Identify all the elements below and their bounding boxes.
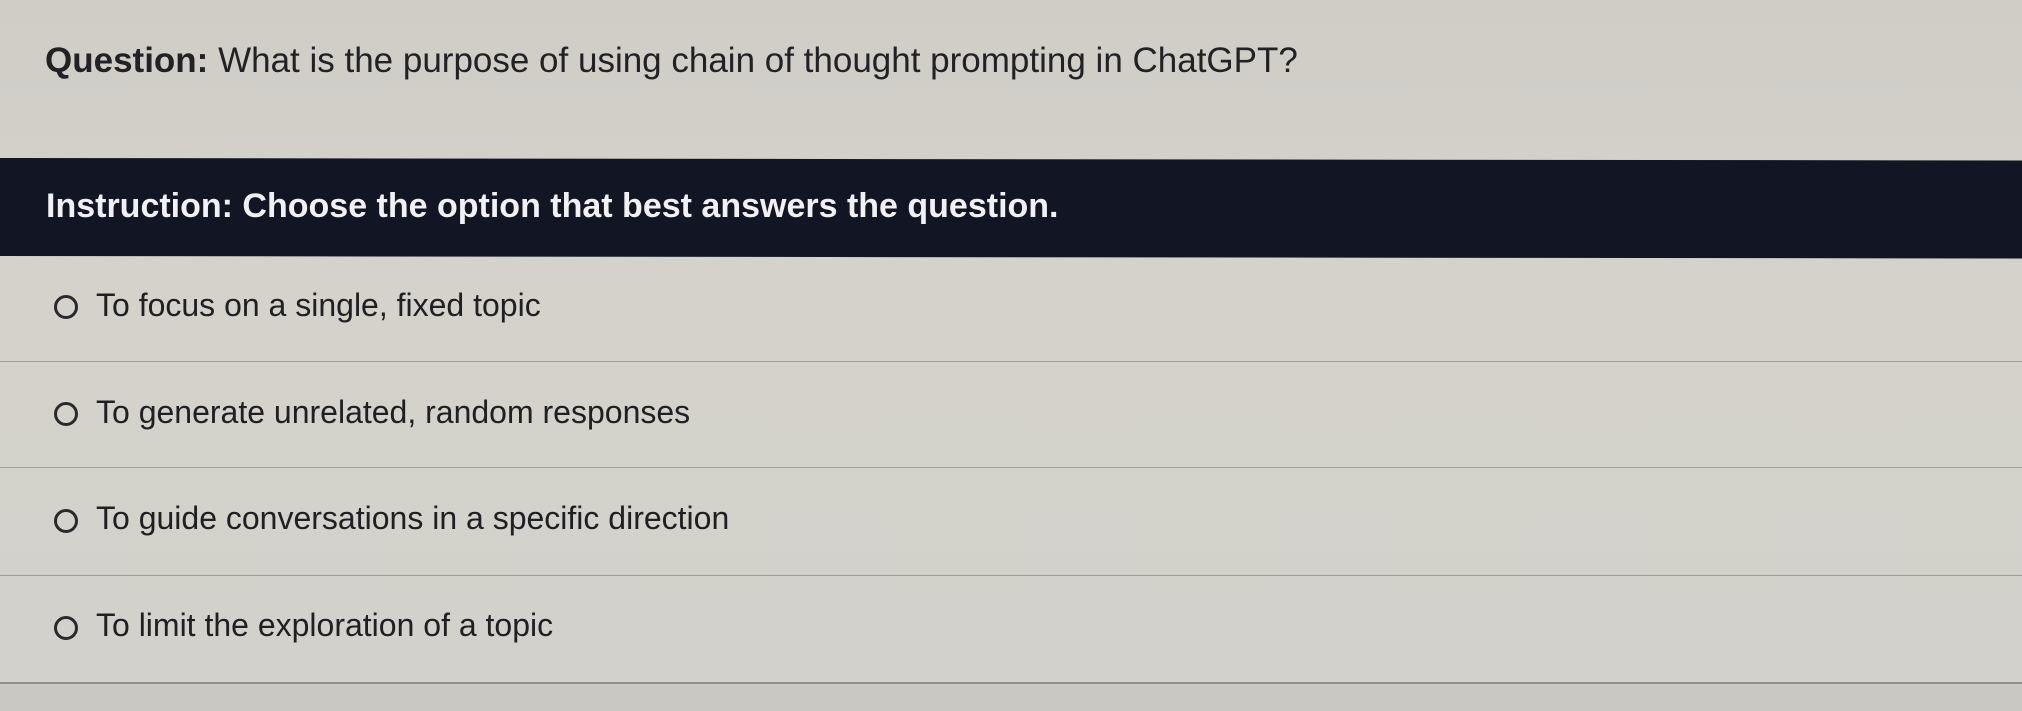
option-2[interactable]: To generate unrelated, random responses [0,362,2022,468]
question-text: What is the purpose of using chain of th… [218,41,1298,80]
option-4[interactable]: To limit the exploration of a topic [0,576,2022,682]
radio-button-icon[interactable] [54,295,78,319]
quiz-page: Question: What is the purpose of using c… [0,0,2022,711]
question-heading: Question: What is the purpose of using c… [45,34,1298,88]
question-label: Question: [45,41,209,80]
option-3[interactable]: To guide conversations in a specific dir… [0,468,2022,574]
options-list: To focus on a single, fixed topic To gen… [0,256,2022,686]
option-2-label[interactable]: To generate unrelated, random responses [96,389,690,435]
radio-button-icon[interactable] [54,616,78,640]
option-3-label[interactable]: To guide conversations in a specific dir… [96,495,729,541]
radio-button-icon[interactable] [54,509,78,533]
option-4-label[interactable]: To limit the exploration of a topic [96,602,553,648]
option-1[interactable]: To focus on a single, fixed topic [0,256,2022,362]
bottom-divider [0,682,2022,711]
option-1-label[interactable]: To focus on a single, fixed topic [96,282,541,328]
instruction-text: Instruction: Choose the option that best… [46,187,1059,225]
radio-button-icon[interactable] [54,402,78,426]
